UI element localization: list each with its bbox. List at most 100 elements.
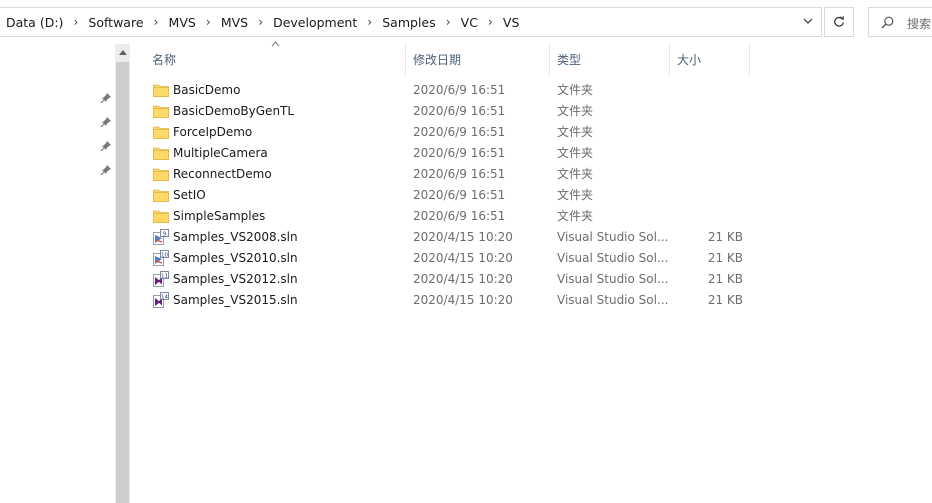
breadcrumb-separator-icon[interactable]: › xyxy=(436,15,461,29)
item-date-modified: 2020/6/9 16:51 xyxy=(413,208,506,223)
item-name: Samples_VS2012.sln xyxy=(173,271,298,286)
svg-text:11: 11 xyxy=(161,273,168,279)
item-date-modified: 2020/6/9 16:51 xyxy=(413,124,506,139)
vs2010-solution-icon: 10 xyxy=(153,247,169,268)
refresh-button[interactable] xyxy=(824,7,854,37)
item-size: 21 KB xyxy=(707,271,743,286)
item-size xyxy=(671,184,743,205)
file-list-item[interactable]: BasicDemo 2020/6/9 16:51 文件夹 xyxy=(131,79,932,100)
address-history-dropdown[interactable] xyxy=(795,7,821,35)
column-header-type[interactable]: 类型 xyxy=(557,44,657,75)
item-date-modified: 2020/6/9 16:51 xyxy=(413,82,506,97)
column-header-date[interactable]: 修改日期 xyxy=(413,44,543,75)
folder-icon xyxy=(153,142,169,163)
item-size xyxy=(671,100,743,121)
pin-icon xyxy=(100,165,111,176)
chevron-up-icon xyxy=(118,50,127,55)
refresh-icon xyxy=(834,16,844,27)
column-divider[interactable] xyxy=(749,44,750,75)
breadcrumb-item[interactable]: Development xyxy=(273,15,357,30)
item-size: 21 KB xyxy=(707,250,743,265)
folder-icon xyxy=(153,163,169,184)
item-type: Visual Studio Sol... xyxy=(557,271,669,286)
breadcrumb-separator-icon[interactable]: › xyxy=(144,15,169,29)
item-type: 文件夹 xyxy=(557,146,594,160)
item-name: SimpleSamples xyxy=(173,208,266,223)
item-size: 21 KB xyxy=(707,292,743,307)
breadcrumb-separator-icon[interactable]: › xyxy=(357,15,382,29)
file-list-item[interactable]: 14 Samples_VS2015.sln 2020/4/15 10:20 Visua… xyxy=(131,289,932,310)
item-size xyxy=(671,205,743,226)
item-name: MultipleCamera xyxy=(173,145,268,160)
scroll-up-button[interactable] xyxy=(115,44,130,61)
svg-text:14: 14 xyxy=(161,294,168,300)
scroll-thumb[interactable] xyxy=(116,62,129,503)
folder-icon xyxy=(153,79,169,100)
item-type: Visual Studio Sol... xyxy=(557,292,669,307)
file-list-item[interactable]: MultipleCamera 2020/6/9 16:51 文件夹 xyxy=(131,142,932,163)
item-date-modified: 2020/6/9 16:51 xyxy=(413,166,506,181)
column-divider[interactable] xyxy=(549,44,550,75)
item-date-modified: 2020/6/9 16:51 xyxy=(413,103,506,118)
chevron-down-icon xyxy=(803,18,813,24)
search-box[interactable]: 搜索 xyxy=(868,7,932,37)
search-icon xyxy=(881,16,894,29)
vs2015-solution-icon: 14 xyxy=(153,289,169,310)
item-type: 文件夹 xyxy=(557,125,594,139)
item-size xyxy=(671,163,743,184)
breadcrumb-item[interactable]: Software xyxy=(88,15,143,30)
column-divider[interactable] xyxy=(405,44,406,75)
item-name: BasicDemo xyxy=(173,82,241,97)
item-size xyxy=(671,142,743,163)
breadcrumb-item[interactable]: MVS xyxy=(169,15,196,30)
breadcrumb-item[interactable]: VC xyxy=(461,15,478,30)
item-date-modified: 2020/6/9 16:51 xyxy=(413,187,506,202)
file-list-item[interactable]: ForceIpDemo 2020/6/9 16:51 文件夹 xyxy=(131,121,932,142)
nav-pane-scrollbar[interactable] xyxy=(115,44,130,503)
item-size xyxy=(671,121,743,142)
item-type: 文件夹 xyxy=(557,188,594,202)
item-type: 文件夹 xyxy=(557,104,594,118)
file-list-item[interactable]: 10 Samples_VS2010.sln 2020/4/15 10:20 Visua… xyxy=(131,247,932,268)
folder-icon xyxy=(153,184,169,205)
breadcrumb: Data (D:) › Software › MVS › MVS › Development › S… xyxy=(6,8,519,36)
column-header-size[interactable]: 大小 xyxy=(677,44,737,75)
file-list-item[interactable]: ReconnectDemo 2020/6/9 16:51 文件夹 xyxy=(131,163,932,184)
item-date-modified: 2020/4/15 10:20 xyxy=(413,271,513,286)
item-date-modified: 2020/4/15 10:20 xyxy=(413,250,513,265)
breadcrumb-item[interactable]: VS xyxy=(503,15,520,30)
item-name: BasicDemoByGenTL xyxy=(173,103,295,118)
file-list-item[interactable]: BasicDemoByGenTL 2020/6/9 16:51 文件夹 xyxy=(131,100,932,121)
folder-icon xyxy=(153,121,169,142)
item-type: Visual Studio Sol... xyxy=(557,229,669,244)
file-list-item[interactable]: 11 Samples_VS2012.sln 2020/4/15 10:20 Visua… xyxy=(131,268,932,289)
item-date-modified: 2020/4/15 10:20 xyxy=(413,229,513,244)
pin-icon xyxy=(100,93,111,104)
breadcrumb-separator-icon[interactable]: › xyxy=(478,15,503,29)
svg-text:10: 10 xyxy=(161,252,168,258)
item-date-modified: 2020/6/9 16:51 xyxy=(413,145,506,160)
breadcrumb-separator-icon[interactable]: › xyxy=(63,15,88,29)
svg-text:9: 9 xyxy=(163,231,167,237)
item-type: 文件夹 xyxy=(557,209,594,223)
breadcrumb-separator-icon[interactable]: › xyxy=(196,15,221,29)
item-name: SetIO xyxy=(173,187,206,202)
file-list-item[interactable]: 9 Samples_VS2008.sln 2020/4/15 10:20 Visual… xyxy=(131,226,932,247)
file-list-item[interactable]: SetIO 2020/6/9 16:51 文件夹 xyxy=(131,184,932,205)
address-bar[interactable]: Data (D:) › Software › MVS › MVS › Development › S… xyxy=(0,7,822,37)
address-toolbar: Data (D:) › Software › MVS › MVS › Development › S… xyxy=(0,0,932,44)
item-name: ReconnectDemo xyxy=(173,166,272,181)
breadcrumb-item[interactable]: Samples xyxy=(382,15,435,30)
breadcrumb-separator-icon[interactable]: › xyxy=(248,15,273,29)
column-divider[interactable] xyxy=(669,44,670,75)
vs2008-solution-icon: 9 xyxy=(153,226,169,247)
folder-icon xyxy=(153,100,169,121)
breadcrumb-item[interactable]: MVS xyxy=(221,15,248,30)
pin-icon xyxy=(100,141,111,152)
column-header-name[interactable]: 名称 xyxy=(152,44,402,75)
file-list-item[interactable]: SimpleSamples 2020/6/9 16:51 文件夹 xyxy=(131,205,932,226)
search-placeholder: 搜索 xyxy=(907,17,932,31)
item-name: ForceIpDemo xyxy=(173,124,253,139)
pin-icon xyxy=(100,117,111,128)
breadcrumb-item[interactable]: Data (D:) xyxy=(6,15,63,30)
